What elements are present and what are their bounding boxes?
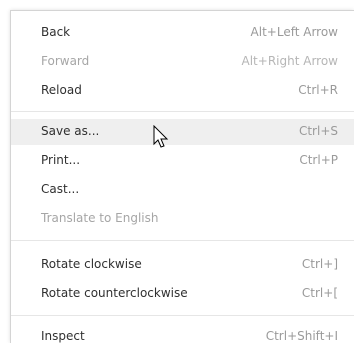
menu-item-print[interactable]: Print... Ctrl+P — [11, 148, 354, 174]
menu-separator — [11, 315, 354, 316]
context-menu: Back Alt+Left Arrow Forward Alt+Right Ar… — [10, 10, 354, 343]
menu-item-shortcut: Alt+Left Arrow — [250, 25, 338, 39]
menu-item-translate: Translate to English — [11, 206, 354, 232]
menu-item-shortcut: Ctrl+R — [298, 83, 338, 97]
menu-item-cast[interactable]: Cast... — [11, 177, 354, 203]
menu-item-label: Cast... — [41, 182, 80, 196]
menu-item-shortcut: Alt+Right Arrow — [241, 54, 338, 68]
menu-item-label: Translate to English — [41, 211, 159, 225]
menu-item-rotate-clockwise[interactable]: Rotate clockwise Ctrl+] — [11, 252, 354, 278]
menu-item-back[interactable]: Back Alt+Left Arrow — [11, 20, 354, 46]
menu-item-label: Print... — [41, 153, 81, 167]
menu-item-shortcut: Ctrl+P — [299, 153, 338, 167]
menu-item-forward: Forward Alt+Right Arrow — [11, 49, 354, 75]
menu-separator — [11, 111, 354, 112]
menu-item-save-as[interactable]: Save as... Ctrl+S — [11, 119, 354, 145]
menu-item-label: Rotate counterclockwise — [41, 286, 188, 300]
menu-separator — [11, 240, 354, 241]
menu-item-label: Reload — [41, 83, 82, 97]
menu-item-rotate-counterclockwise[interactable]: Rotate counterclockwise Ctrl+[ — [11, 281, 354, 307]
menu-item-label: Forward — [41, 54, 90, 68]
menu-item-shortcut: Ctrl+[ — [301, 286, 338, 300]
menu-item-label: Back — [41, 25, 71, 39]
menu-item-inspect[interactable]: Inspect Ctrl+Shift+I — [11, 324, 354, 343]
menu-item-label: Save as... — [41, 124, 100, 138]
menu-item-shortcut: Ctrl+] — [301, 257, 338, 271]
menu-item-reload[interactable]: Reload Ctrl+R — [11, 78, 354, 104]
menu-item-label: Rotate clockwise — [41, 257, 142, 271]
menu-item-shortcut: Ctrl+S — [298, 124, 338, 138]
mouse-pointer-icon — [153, 125, 169, 148]
menu-item-shortcut: Ctrl+Shift+I — [265, 329, 338, 343]
menu-item-label: Inspect — [41, 329, 85, 343]
